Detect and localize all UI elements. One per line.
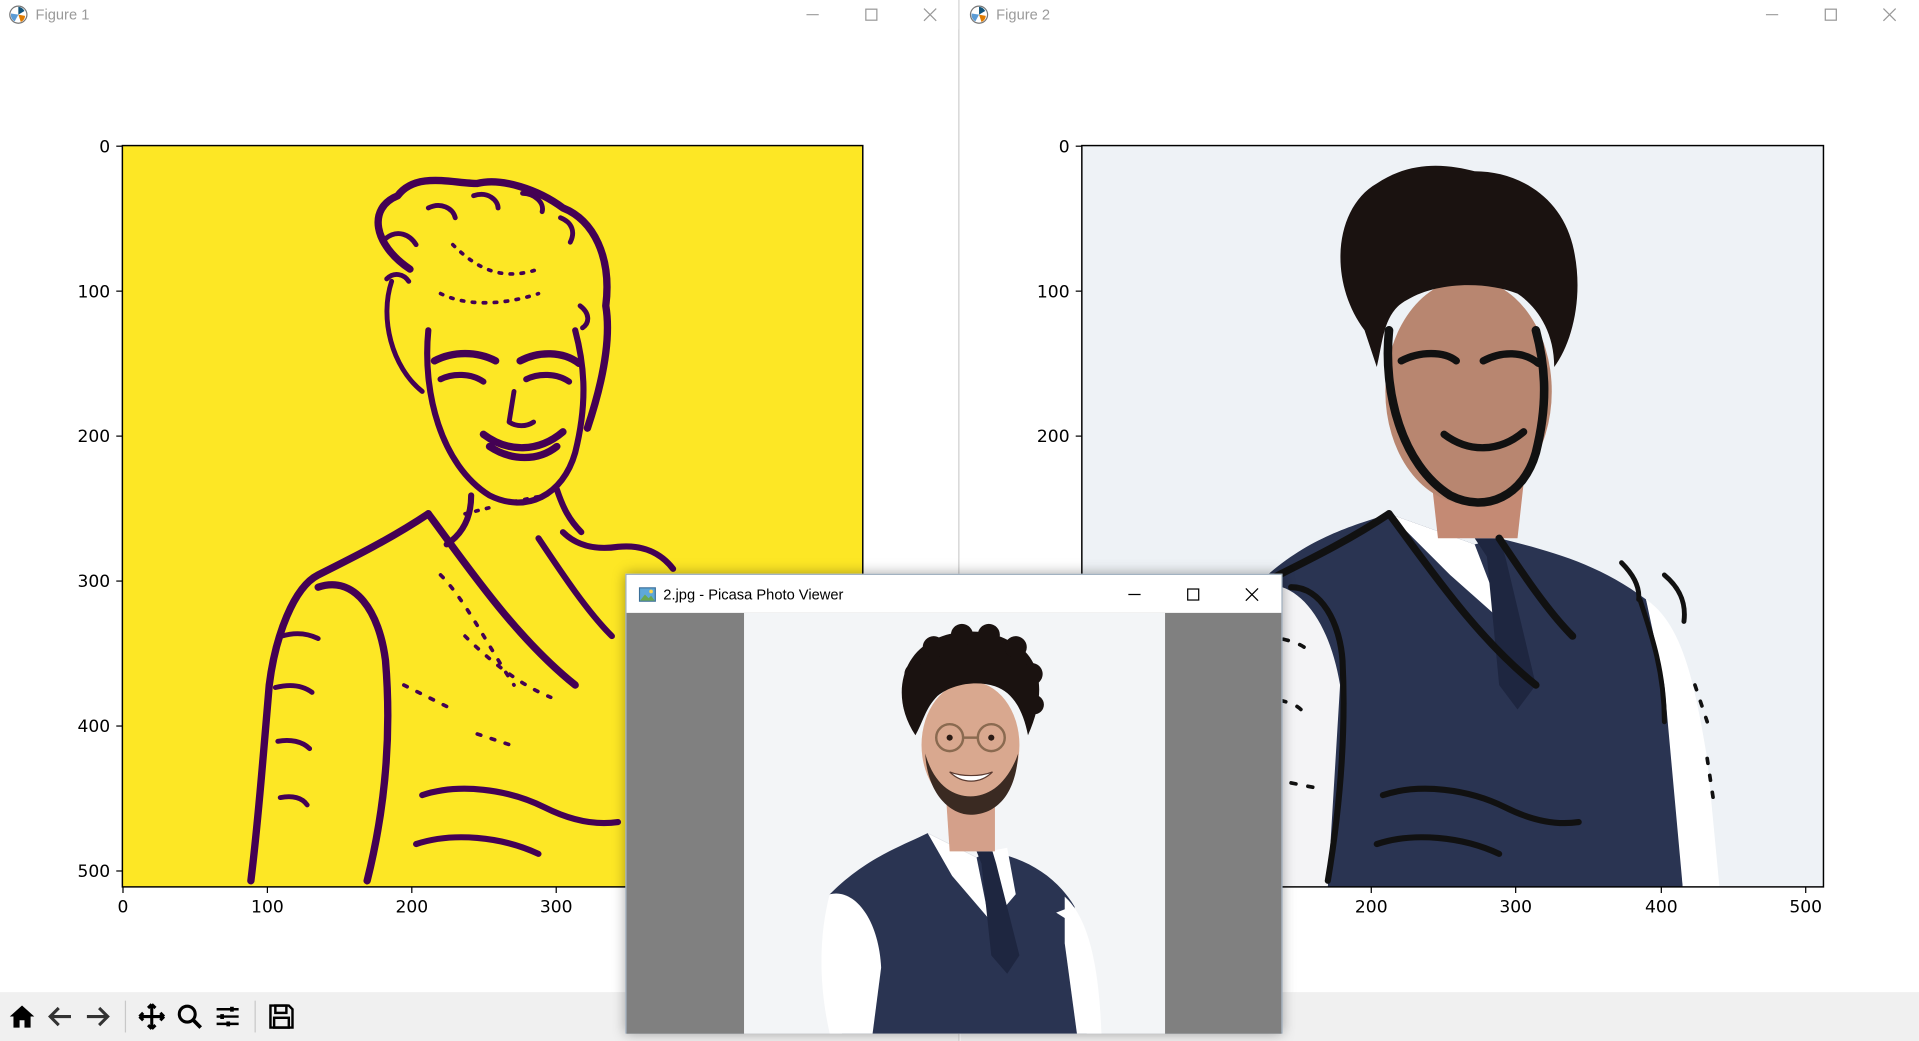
pan-icon [138,1003,166,1030]
x-tick-label: 0 [118,898,129,918]
x-axis: 200 300 400 500 [1355,886,1822,918]
y-axis: 0 100 200 [1037,137,1082,447]
toolbar-separator [124,1000,127,1033]
desktop: Figure 1 0 100 200 300 400 500 0 100 200… [0,0,1919,1041]
x-tick-label: 200 [395,898,428,918]
maximize-icon [865,8,878,21]
matplotlib-logo-icon [9,5,28,24]
configure-subplots-icon [216,1006,239,1027]
minimize-icon [806,14,819,16]
x-tick-label: 100 [251,898,284,918]
zoom-button[interactable] [171,998,208,1035]
close-icon [923,8,937,22]
toolbar-separator [254,1000,256,1033]
close-button[interactable] [1863,0,1917,29]
close-button[interactable] [903,0,957,29]
photo-viewport[interactable] [626,612,1282,1034]
maximize-button[interactable] [844,0,898,29]
maximize-button[interactable] [1166,575,1220,613]
maximize-icon [1187,587,1200,601]
figure-2-titlebar[interactable]: Figure 2 [960,0,1919,30]
zoom-icon [177,1004,203,1029]
x-tick-label: 300 [540,898,573,918]
figure-1-titlebar[interactable]: Figure 1 [0,0,959,30]
y-tick-label: 400 [77,717,110,737]
forward-arrow-icon [86,1006,110,1027]
x-axis: 0 100 200 300 [118,886,573,918]
y-tick-label: 100 [77,282,110,302]
home-button[interactable] [4,998,41,1035]
x-tick-label: 500 [1789,898,1822,918]
back-arrow-icon [48,1006,71,1027]
minimize-icon [1128,593,1141,595]
x-tick-label: 300 [1499,898,1532,918]
matplotlib-logo-icon [969,5,989,24]
y-tick-label: 200 [77,427,110,447]
x-tick-label: 400 [1645,898,1678,918]
minimize-button[interactable] [1108,575,1162,613]
picasa-photo-viewer-window: 2.jpg - Picasa Photo Viewer [625,573,1283,1034]
photo-image [744,612,1166,1034]
configure-subplots-button[interactable] [209,998,246,1035]
minimize-icon [1765,14,1779,16]
window-title: Figure 2 [996,6,1051,24]
portrait-photo [744,612,1166,1034]
close-button[interactable] [1225,575,1279,613]
maximize-button[interactable] [1804,0,1858,29]
close-icon [1882,8,1897,22]
window-title: 2.jpg - Picasa Photo Viewer [663,585,844,603]
y-tick-label: 500 [77,862,110,882]
y-tick-label: 0 [1059,137,1070,157]
y-tick-label: 100 [1037,282,1070,302]
y-tick-label: 200 [1037,427,1070,447]
window-title: Figure 1 [35,6,90,24]
home-icon [9,1005,35,1028]
minimize-button[interactable] [786,0,840,29]
save-icon [269,1004,294,1029]
y-axis: 0 100 200 300 400 500 [77,137,123,882]
picasa-titlebar[interactable]: 2.jpg - Picasa Photo Viewer [626,574,1282,613]
x-tick-label: 200 [1355,898,1388,918]
forward-button[interactable] [80,998,117,1035]
save-button[interactable] [263,998,300,1035]
y-tick-label: 300 [77,572,110,592]
back-button[interactable] [42,998,79,1035]
y-tick-label: 0 [99,137,110,157]
pan-button[interactable] [133,998,170,1035]
image-file-icon [638,586,656,602]
minimize-button[interactable] [1745,0,1799,29]
maximize-icon [1824,8,1837,21]
close-icon [1245,587,1259,601]
